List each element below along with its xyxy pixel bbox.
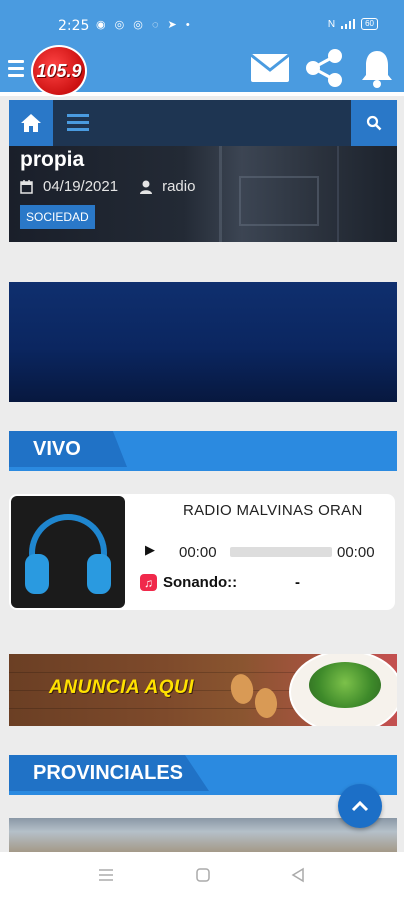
- menu-icon[interactable]: [8, 60, 24, 78]
- bell-icon[interactable]: [360, 48, 394, 88]
- list-icon[interactable]: [67, 114, 89, 132]
- scroll-top-button[interactable]: [338, 784, 382, 828]
- app-header: 105.9: [0, 42, 404, 97]
- progress-bar[interactable]: [230, 547, 332, 557]
- spoon-image: [253, 687, 279, 719]
- article-meta: 04/19/2021 radio: [20, 178, 195, 195]
- status-bar: 2:25 ◉ ◎ ◎ ◌ ➤ • N 60: [0, 0, 404, 42]
- spoon-image: [228, 672, 256, 706]
- home-nav-icon[interactable]: [195, 867, 211, 883]
- home-icon: [21, 114, 41, 132]
- search-icon: [366, 115, 382, 131]
- back-icon[interactable]: [290, 867, 306, 883]
- ad-banner-anuncia[interactable]: ANUNCIA AQUI: [9, 654, 397, 726]
- now-playing-value: -: [295, 574, 300, 591]
- chevron-up-icon: [351, 800, 369, 812]
- user-icon: [140, 180, 153, 194]
- section-header-provinciales: PROVINCIALES: [9, 755, 397, 795]
- duration: 00:00: [337, 544, 375, 561]
- ad-text: ANUNCIA AQUI: [49, 677, 194, 698]
- now-playing-label: Sonando::: [163, 574, 238, 591]
- signal-icon: [341, 19, 356, 29]
- section-title: VIVO: [9, 431, 127, 467]
- nav-bar: [9, 100, 397, 146]
- featured-article[interactable]: propia 04/19/2021 radio SOCIEDAD: [9, 146, 397, 242]
- station-logo[interactable]: 105.9: [31, 45, 87, 97]
- status-time: 2:25: [58, 18, 90, 34]
- mail-icon[interactable]: [250, 53, 290, 83]
- system-icons: N 60: [328, 18, 378, 30]
- article-author[interactable]: radio: [162, 178, 195, 195]
- ad-banner-blue[interactable]: [9, 282, 397, 402]
- play-icon[interactable]: ▶: [145, 542, 155, 558]
- salad-image: [309, 662, 381, 708]
- radio-player: RADIO MALVINAS ORAN ▶ 00:00 00:00 ♫ Sona…: [9, 494, 395, 610]
- article-thumbnail[interactable]: [9, 818, 397, 852]
- section-title: PROVINCIALES: [9, 755, 209, 791]
- share-icon[interactable]: [304, 48, 344, 88]
- calendar-icon: [20, 179, 33, 194]
- notification-icons: ◉ ◎ ◎ ◌ ➤ •: [96, 19, 193, 31]
- system-navigation-bar: [0, 852, 404, 900]
- logo-text: 105.9: [36, 60, 82, 81]
- article-date: 04/19/2021: [43, 178, 119, 195]
- station-name: RADIO MALVINAS ORAN: [183, 502, 363, 519]
- music-note-icon: ♫: [140, 574, 157, 591]
- search-button[interactable]: [351, 100, 397, 146]
- article-title[interactable]: propia: [20, 148, 84, 172]
- nfc-icon: N: [327, 18, 336, 30]
- recent-apps-icon[interactable]: [98, 867, 114, 883]
- headphones-artwork: [11, 496, 125, 608]
- home-button[interactable]: [9, 100, 53, 146]
- section-header-vivo: VIVO: [9, 431, 397, 471]
- current-time: 00:00: [179, 544, 217, 561]
- category-badge[interactable]: SOCIEDAD: [20, 205, 95, 229]
- battery-icon: 60: [361, 18, 378, 30]
